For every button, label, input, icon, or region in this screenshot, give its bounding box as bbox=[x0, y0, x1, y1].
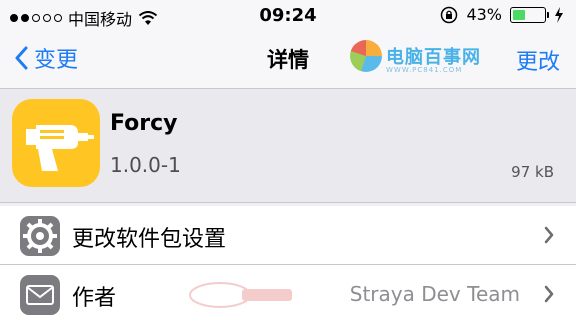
gear-glyph bbox=[23, 219, 57, 253]
change-button[interactable]: 更改 bbox=[516, 44, 560, 76]
envelope-glyph bbox=[26, 285, 54, 305]
battery-icon bbox=[510, 6, 549, 23]
watermark-subtext: WWW.PC841.COM bbox=[386, 66, 463, 74]
status-right: 43% bbox=[440, 5, 564, 24]
battery-percent: 43% bbox=[466, 5, 502, 24]
row-value: Straya Dev Team bbox=[349, 282, 520, 306]
drill-icon bbox=[26, 125, 94, 171]
chevron-right-icon bbox=[544, 285, 554, 303]
page-title: 详情 bbox=[267, 48, 309, 72]
row-label: 更改软件包设置 bbox=[72, 227, 227, 252]
status-bar: 中国移动 09:24 43% bbox=[0, 0, 576, 32]
gear-icon bbox=[20, 216, 60, 256]
package-header: Forcy 1.0.0-1 97 kB bbox=[0, 89, 576, 203]
navigation-bar: 变更 详情 电脑百事网 WWW.PC841.COM 更改 bbox=[0, 32, 576, 89]
rotation-lock-icon bbox=[441, 6, 458, 23]
row-label: 作者 bbox=[72, 286, 117, 311]
row-author[interactable]: 作者 Straya Dev Team bbox=[0, 265, 576, 323]
charging-bolt-icon bbox=[555, 6, 563, 23]
battery-level bbox=[513, 9, 525, 20]
package-name: Forcy bbox=[110, 111, 178, 136]
package-version: 1.0.0-1 bbox=[110, 153, 181, 177]
chevron-right-icon bbox=[544, 226, 554, 244]
watermark-logo: 电脑百事网 WWW.PC841.COM bbox=[350, 40, 481, 74]
watermark-icon bbox=[350, 40, 382, 72]
package-size: 97 kB bbox=[511, 163, 554, 181]
mail-icon bbox=[20, 275, 60, 315]
row-change-package-settings[interactable]: 更改软件包设置 bbox=[0, 206, 576, 265]
app-icon bbox=[12, 99, 100, 187]
